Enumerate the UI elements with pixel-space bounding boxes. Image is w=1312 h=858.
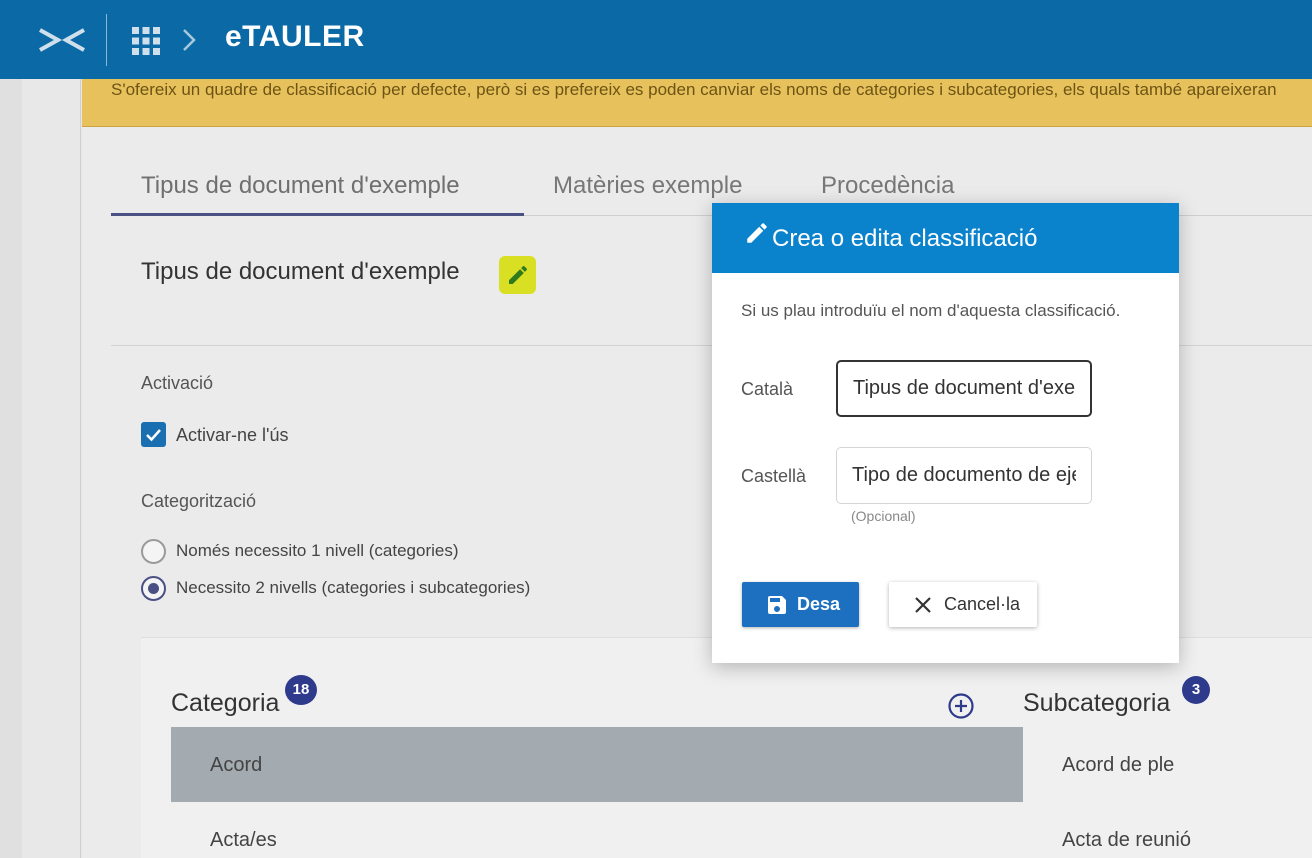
edit-classification-dialog: Crea o edita classificació Si us plau in… — [712, 203, 1179, 663]
optional-hint: (Opcional) — [851, 508, 916, 524]
catalan-field-label: Català — [741, 379, 794, 399]
dialog-description: Si us plau introduïu el nom d'aquesta cl… — [741, 301, 1121, 320]
pencil-icon — [747, 223, 767, 243]
cancel-button[interactable]: Cancel·la — [889, 582, 1037, 627]
top-bar-divider — [106, 14, 107, 66]
close-icon — [915, 597, 931, 613]
etauler-logo-icon[interactable] — [38, 26, 86, 54]
chevron-right-icon — [183, 29, 196, 51]
dialog-header: Crea o edita classificació — [712, 203, 1179, 273]
dialog-title: Crea o edita classificació — [772, 225, 1038, 252]
apps-grid-icon[interactable] — [132, 27, 160, 55]
cancel-button-label: Cancel·la — [944, 594, 1021, 614]
spanish-field-label: Castellà — [741, 466, 807, 486]
save-button[interactable]: Desa — [742, 582, 859, 627]
app-title[interactable]: eTAULER — [225, 20, 365, 54]
floppy-disk-icon — [768, 596, 786, 614]
spanish-name-input[interactable] — [836, 447, 1092, 504]
catalan-name-input[interactable] — [836, 360, 1092, 417]
save-button-label: Desa — [797, 594, 841, 614]
top-bar: eTAULER — [0, 0, 1312, 79]
